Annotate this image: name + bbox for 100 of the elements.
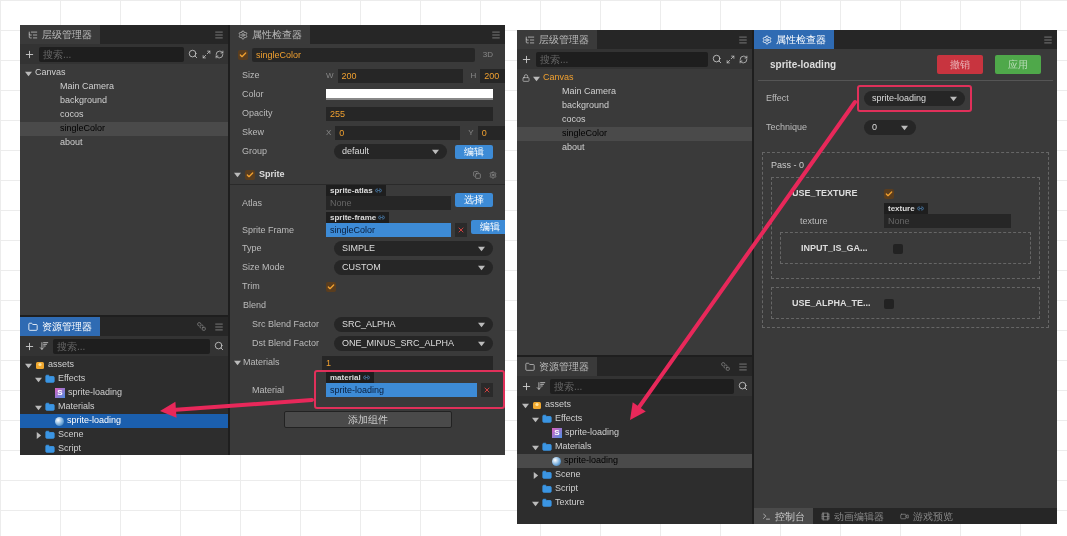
expand-icon[interactable] — [202, 49, 211, 59]
bottom-tab[interactable]: 控制台 — [754, 508, 813, 524]
panel-tab[interactable]: 层级管理器 — [517, 30, 597, 49]
tree-item[interactable]: Script — [517, 482, 752, 496]
checkbox[interactable] — [245, 169, 255, 180]
caret-icon[interactable] — [533, 74, 540, 82]
tree-item[interactable]: Materials — [20, 400, 228, 414]
caret-icon[interactable] — [478, 264, 485, 271]
tree-item[interactable]: Effects — [20, 372, 228, 386]
refresh-icon[interactable] — [739, 54, 748, 64]
caret-icon[interactable] — [478, 321, 485, 328]
number-field[interactable]: 200 — [337, 68, 463, 83]
select-field[interactable]: default — [334, 144, 447, 159]
search-icon[interactable] — [738, 381, 748, 391]
node-name-field[interactable]: singleColor — [252, 48, 475, 62]
tree-item[interactable]: Materials — [517, 440, 752, 454]
caret-icon[interactable] — [478, 340, 486, 347]
add-icon[interactable] — [521, 380, 532, 392]
caret-icon[interactable] — [432, 148, 439, 155]
tree-item[interactable]: sprite-loading — [20, 414, 228, 428]
asset-field[interactable]: None — [326, 196, 451, 210]
tree-item[interactable]: Scene — [517, 468, 752, 482]
select-field[interactable]: SRC_ALPHA — [334, 317, 493, 332]
caret-icon[interactable] — [35, 403, 42, 411]
tree-item[interactable]: S sprite-loading — [20, 386, 228, 400]
edit-button[interactable]: 编辑 — [471, 220, 505, 234]
caret-icon[interactable] — [234, 171, 241, 178]
tree-item[interactable]: S sprite-loading — [517, 426, 752, 440]
panel-tab[interactable]: 资源管理器 — [517, 357, 597, 376]
number-field[interactable]: 200 — [480, 68, 505, 83]
caret-icon[interactable] — [522, 401, 529, 409]
number-field[interactable]: 0 — [335, 125, 461, 140]
caret-icon[interactable] — [478, 245, 485, 252]
search-field[interactable]: 搜索... — [53, 338, 210, 354]
caret-icon[interactable] — [25, 69, 32, 77]
caret-icon[interactable] — [950, 95, 958, 102]
checkbox[interactable] — [326, 281, 336, 292]
tree-item[interactable]: assets — [20, 358, 228, 372]
tree-item[interactable]: cocos — [20, 108, 228, 122]
link-icon[interactable] — [374, 187, 382, 194]
select-field[interactable]: SIMPLE — [334, 241, 493, 256]
add-icon[interactable] — [24, 340, 35, 352]
tree-item[interactable]: assets — [517, 398, 752, 412]
panel-tab[interactable]: 属性检查器 — [754, 30, 834, 49]
search-field[interactable]: 搜索... — [39, 46, 184, 62]
caret-icon[interactable] — [532, 443, 539, 451]
link-icon[interactable] — [362, 374, 370, 381]
tree-item[interactable]: background — [20, 94, 228, 108]
add-icon[interactable] — [521, 53, 532, 65]
expand-icon[interactable] — [726, 54, 735, 64]
caret-icon[interactable] — [25, 361, 32, 369]
caret-icon[interactable] — [35, 375, 42, 383]
link-icon[interactable] — [916, 205, 924, 212]
remove-icon[interactable] — [481, 383, 493, 397]
select-field[interactable]: CUSTOM — [334, 260, 493, 275]
search-field[interactable]: 搜索... — [536, 51, 708, 67]
add-icon[interactable] — [24, 48, 35, 60]
asset-field[interactable]: singleColor — [326, 223, 451, 237]
select-field[interactable]: sprite-loading — [864, 91, 966, 106]
panel-tab[interactable]: 属性检查器 — [230, 25, 310, 44]
link-icon[interactable] — [378, 214, 386, 221]
search-field[interactable]: 搜索... — [550, 378, 734, 394]
tree-item[interactable]: Script — [20, 442, 228, 455]
tree-item[interactable]: cocos — [517, 113, 752, 127]
checkbox[interactable] — [884, 189, 894, 199]
search-icon[interactable] — [214, 341, 224, 351]
tree-item[interactable]: Canvas — [20, 66, 228, 80]
add-component-button[interactable]: 添加组件 — [283, 411, 452, 428]
search-icon[interactable] — [712, 54, 722, 64]
number-field[interactable]: 255 — [326, 106, 493, 121]
select-field[interactable]: ONE_MINUS_SRC_ALPHA — [334, 336, 494, 351]
caret-icon[interactable] — [234, 359, 241, 366]
tree-item[interactable]: Effects — [517, 412, 752, 426]
sort-icon[interactable] — [39, 341, 49, 351]
panel-tab[interactable]: 资源管理器 — [20, 317, 100, 336]
color-swatch[interactable] — [326, 89, 493, 100]
checkbox[interactable] — [884, 299, 894, 309]
caret-icon[interactable] — [532, 415, 539, 423]
settings-icon[interactable] — [489, 170, 497, 179]
asset-field[interactable]: sprite-loading — [326, 383, 477, 397]
tree-item[interactable]: about — [20, 136, 228, 150]
remove-icon[interactable] — [455, 223, 467, 237]
caret-icon[interactable] — [532, 471, 539, 479]
search-icon[interactable] — [188, 49, 198, 59]
panel-tab[interactable]: 层级管理器 — [20, 25, 100, 44]
refresh-icon[interactable] — [215, 49, 224, 59]
checkbox[interactable] — [238, 50, 248, 60]
edit-button[interactable]: 编辑 — [455, 144, 493, 159]
tree-item[interactable]: Main Camera — [517, 85, 752, 99]
tree-item[interactable]: Scene — [20, 428, 228, 442]
number-field[interactable]: 1 — [322, 355, 493, 370]
tree-item[interactable]: background — [517, 99, 752, 113]
asset-field[interactable]: None — [884, 214, 1011, 228]
sort-icon[interactable] — [536, 381, 546, 391]
edit-button[interactable]: 选择 — [455, 193, 493, 207]
lock-icon[interactable] — [522, 74, 530, 82]
tree-item[interactable]: about — [517, 141, 752, 155]
select-field[interactable]: 0 — [864, 120, 916, 135]
caret-icon[interactable] — [532, 499, 539, 507]
number-field[interactable]: 0 — [477, 125, 505, 140]
